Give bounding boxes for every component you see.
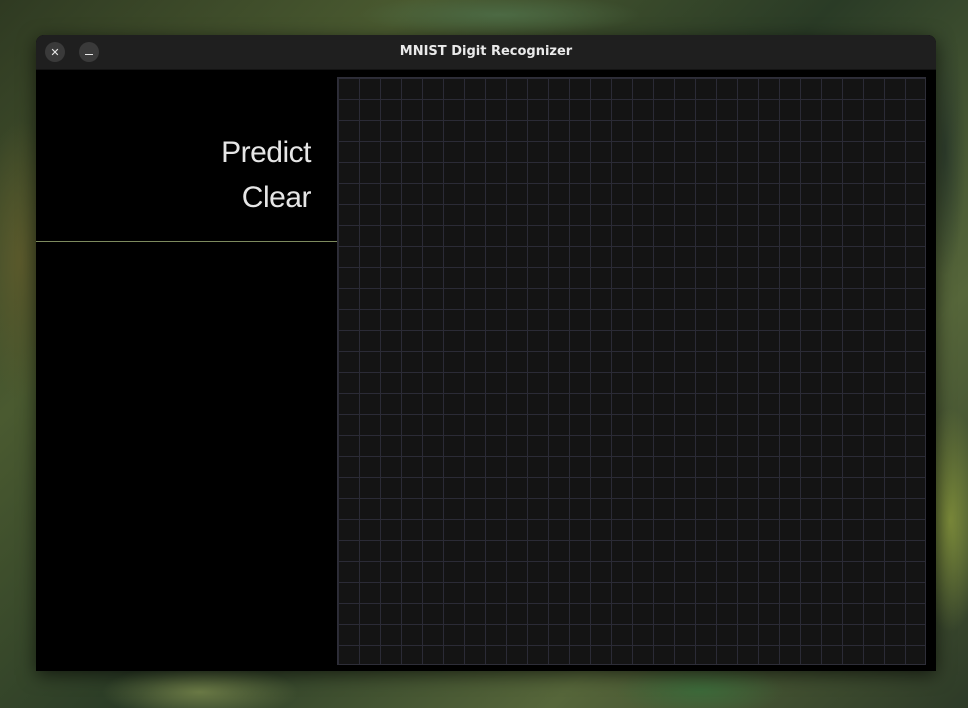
predict-button[interactable]: Predict <box>221 136 311 170</box>
app-window: ✕ MNIST Digit Recognizer Predict Clear <box>36 35 936 671</box>
control-panel: Predict Clear <box>36 70 337 671</box>
drawing-canvas[interactable] <box>337 77 926 665</box>
close-button[interactable]: ✕ <box>45 42 65 62</box>
minimize-icon <box>85 53 93 55</box>
title-bar[interactable]: ✕ MNIST Digit Recognizer <box>36 35 936 70</box>
clear-button[interactable]: Clear <box>242 181 312 215</box>
minimize-button[interactable] <box>79 42 99 62</box>
close-icon: ✕ <box>50 45 60 59</box>
window-title: MNIST Digit Recognizer <box>399 44 573 59</box>
sidebar-divider <box>36 241 337 242</box>
